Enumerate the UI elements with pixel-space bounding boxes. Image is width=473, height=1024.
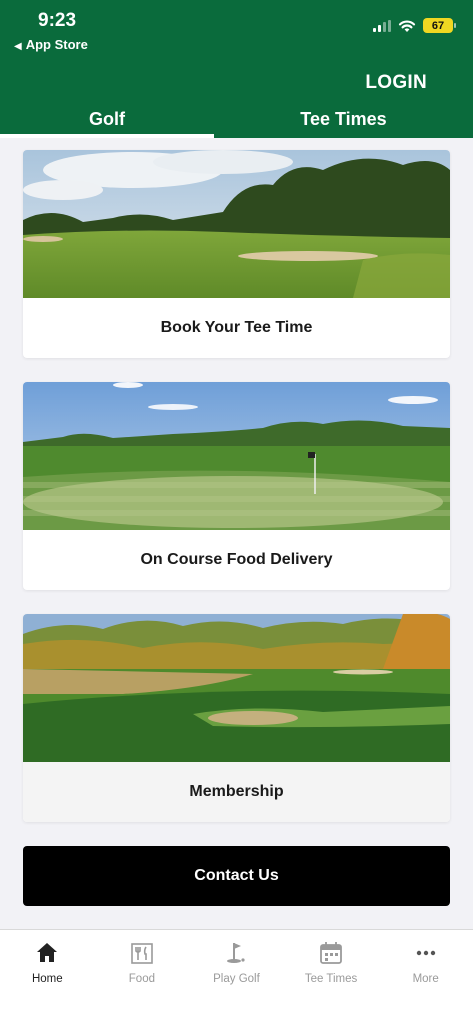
nav-home-label: Home xyxy=(31,973,63,985)
home-icon xyxy=(37,943,58,962)
nav-more[interactable]: More xyxy=(378,930,473,1024)
active-tab-indicator xyxy=(0,134,214,138)
nav-more-label: More xyxy=(412,973,439,985)
book-tee-time-label: Book Your Tee Time xyxy=(160,319,313,336)
tab-golf-label: Golf xyxy=(89,108,125,129)
status-time: 9:23 xyxy=(38,10,77,31)
tab-tee-times-label: Tee Times xyxy=(300,108,387,129)
fairway-photo xyxy=(23,614,450,762)
calendar-icon xyxy=(320,942,342,964)
membership-label: Membership xyxy=(23,762,450,822)
cellular-signal-icon xyxy=(373,19,391,32)
app-header: 9:23 ◀ App Store 67 LOGIN Golf Tee Times xyxy=(0,0,473,138)
nav-tee-times[interactable]: Tee Times xyxy=(284,930,379,1024)
wifi-icon xyxy=(398,19,416,32)
putting-green-photo xyxy=(23,382,450,530)
status-icons: 67 xyxy=(373,18,456,33)
contact-us-button[interactable]: Contact Us xyxy=(23,846,450,906)
card-list: Book Your Tee Time On Course Food Delive… xyxy=(23,150,450,846)
nav-food-label: Food xyxy=(128,973,155,985)
login-button[interactable]: LOGIN xyxy=(365,72,427,94)
nav-play-golf-label: Play Golf xyxy=(213,973,260,985)
top-tabs: Golf Tee Times xyxy=(0,100,473,138)
bottom-tab-bar: Home Food Play Golf Tee Times More xyxy=(0,929,473,1024)
back-arrow-icon: ◀ xyxy=(14,41,22,52)
food-icon xyxy=(131,943,153,964)
food-delivery-label: On Course Food Delivery xyxy=(140,551,333,568)
nav-tee-times-label: Tee Times xyxy=(304,973,358,985)
more-icon xyxy=(416,950,435,956)
tab-tee-times[interactable]: Tee Times xyxy=(214,100,473,138)
nav-food[interactable]: Food xyxy=(95,930,190,1024)
food-delivery-card[interactable]: On Course Food Delivery xyxy=(23,382,450,590)
tab-golf[interactable]: Golf xyxy=(0,100,214,138)
battery-icon: 67 xyxy=(423,18,456,33)
golf-course-photo xyxy=(23,150,450,298)
membership-card[interactable]: Membership xyxy=(23,614,450,822)
golf-flag-icon xyxy=(227,943,246,963)
back-app-label: App Store xyxy=(25,37,88,52)
back-to-app-store[interactable]: ◀ App Store xyxy=(14,37,88,52)
book-tee-time-card[interactable]: Book Your Tee Time xyxy=(23,150,450,358)
nav-play-golf[interactable]: Play Golf xyxy=(189,930,284,1024)
nav-home[interactable]: Home xyxy=(0,930,95,1024)
